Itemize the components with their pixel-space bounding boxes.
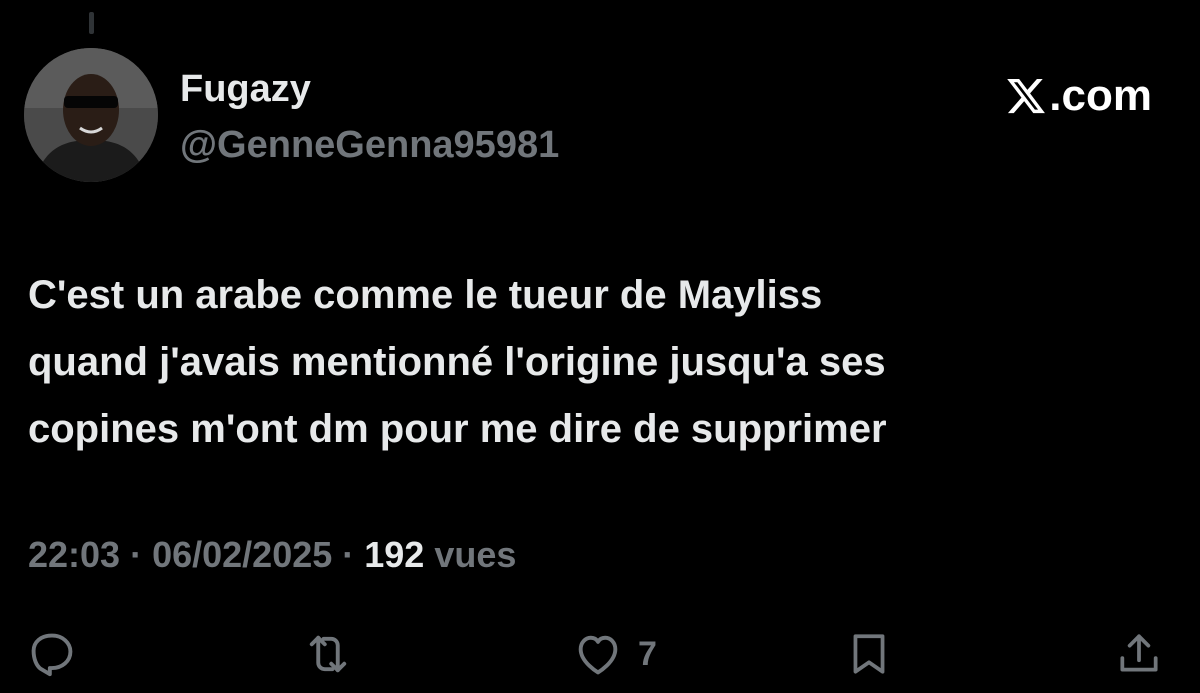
author-handle[interactable]: @GenneGenna95981 bbox=[180, 124, 559, 167]
reply-icon bbox=[31, 633, 73, 677]
avatar[interactable] bbox=[24, 48, 158, 182]
like-button[interactable]: 7 bbox=[572, 626, 657, 682]
views-count: 192 bbox=[364, 534, 425, 575]
action-bar: 7 bbox=[0, 626, 1200, 682]
x-logo-icon bbox=[1007, 78, 1046, 114]
share-icon bbox=[1120, 634, 1158, 672]
tweet-text: C'est un arabe comme le tueur de Mayliss… bbox=[28, 262, 1168, 463]
heart-icon bbox=[578, 635, 618, 675]
tweet-line: copines m'ont dm pour me dire de supprim… bbox=[28, 407, 887, 451]
thread-connector-line bbox=[89, 12, 94, 34]
bookmark-icon bbox=[853, 634, 885, 674]
tweet-time[interactable]: 22:03 bbox=[28, 534, 120, 575]
tweet-date[interactable]: 06/02/2025 bbox=[152, 534, 332, 575]
repost-button[interactable] bbox=[300, 626, 356, 682]
meta-separator: · bbox=[120, 534, 153, 575]
meta-separator: · bbox=[332, 534, 365, 575]
reply-button[interactable] bbox=[26, 626, 78, 682]
tweet-meta: 22:03 · 06/02/2025 · 192 vues bbox=[28, 534, 516, 576]
brand-domain: .com bbox=[1049, 71, 1152, 120]
views-label: vues bbox=[424, 534, 517, 575]
bookmark-button[interactable] bbox=[844, 626, 894, 682]
like-count: 7 bbox=[638, 634, 657, 673]
share-button[interactable] bbox=[1114, 626, 1164, 682]
tweet-line: quand j'avais mentionné l'origine jusqu'… bbox=[28, 340, 886, 384]
author-display-name[interactable]: Fugazy bbox=[180, 68, 311, 111]
tweet-line: C'est un arabe comme le tueur de Mayliss bbox=[28, 273, 823, 317]
x-brand: .com bbox=[1005, 70, 1152, 122]
repost-icon bbox=[309, 635, 347, 673]
